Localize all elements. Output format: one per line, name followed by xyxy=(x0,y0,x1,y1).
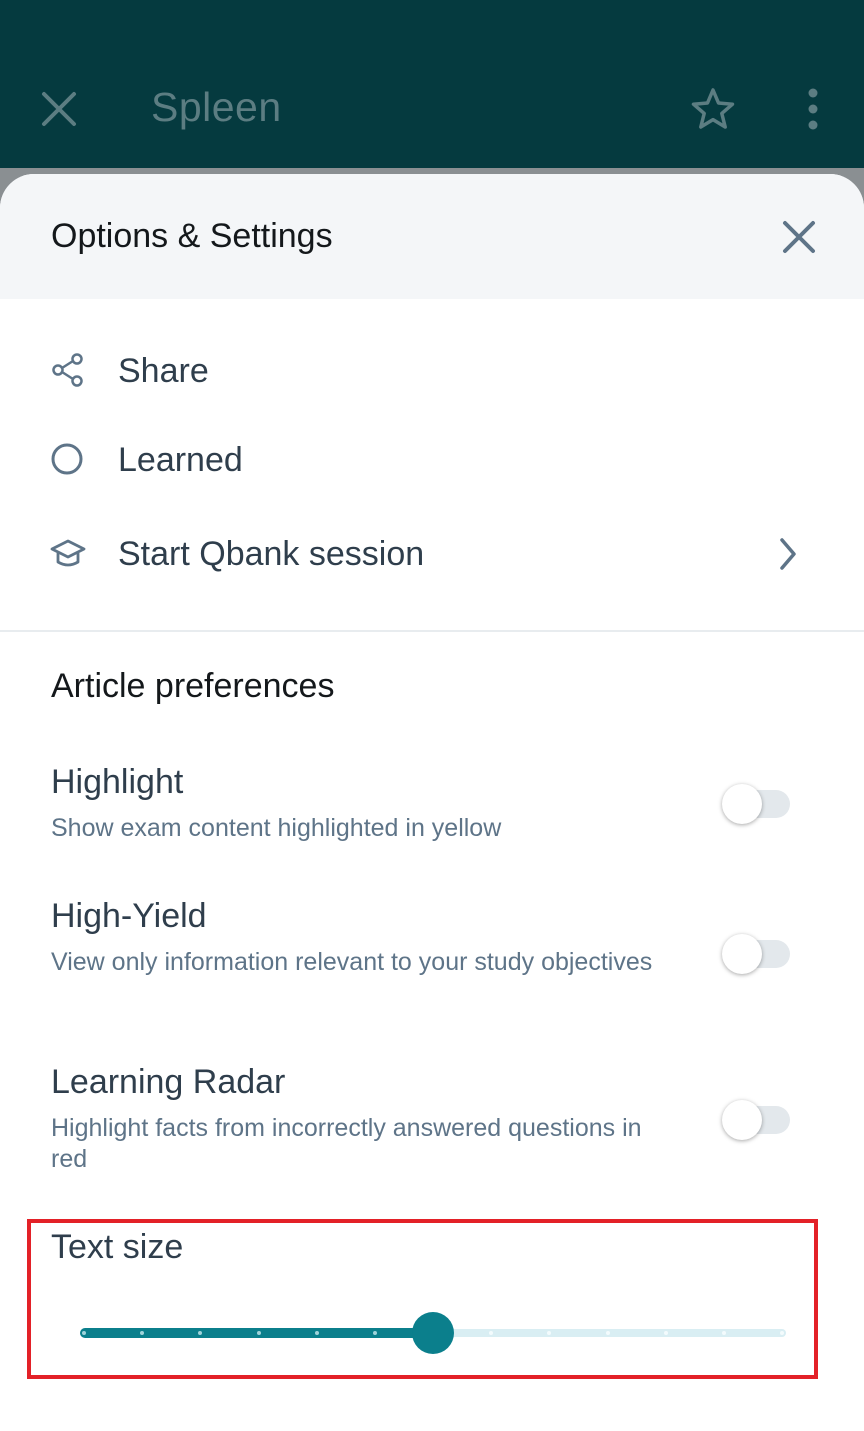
high-yield-preference: High-Yield View only information relevan… xyxy=(0,897,864,1017)
learned-action[interactable]: Learned xyxy=(0,420,864,500)
highlight-toggle[interactable] xyxy=(722,784,792,824)
learning-radar-title: Learning Radar xyxy=(51,1063,286,1101)
highlight-preference: Highlight Show exam content highlighted … xyxy=(0,763,864,863)
slider-thumb[interactable] xyxy=(412,1312,454,1354)
chevron-right-icon xyxy=(780,538,796,570)
slider-tick xyxy=(82,1331,86,1335)
share-label: Share xyxy=(118,352,209,390)
slider-tick xyxy=(314,1331,319,1335)
highlight-description: Show exam content highlighted in yellow xyxy=(51,814,502,842)
slider-tick xyxy=(780,1331,784,1335)
slider-tick xyxy=(721,1331,726,1335)
text-size-slider[interactable] xyxy=(80,1311,786,1355)
app-bar: Spleen xyxy=(0,0,864,168)
share-icon xyxy=(52,353,83,387)
high-yield-title: High-Yield xyxy=(51,897,207,935)
start-qbank-action[interactable]: Start Qbank session xyxy=(0,514,864,594)
learning-radar-preference: Learning Radar Highlight facts from inco… xyxy=(0,1063,864,1183)
high-yield-description: View only information relevant to your s… xyxy=(51,948,653,976)
page-title: Spleen xyxy=(151,84,282,130)
learning-radar-description: Highlight facts from incorrectly answere… xyxy=(51,1114,642,1173)
circle-icon xyxy=(51,443,83,475)
start-qbank-label: Start Qbank session xyxy=(118,535,425,573)
text-size-label: Text size xyxy=(51,1228,184,1266)
more-vertical-icon[interactable] xyxy=(800,88,826,130)
slider-tick xyxy=(372,1331,377,1335)
close-icon[interactable] xyxy=(38,88,80,130)
learned-label: Learned xyxy=(118,441,243,479)
article-preferences-heading: Article preferences xyxy=(51,667,335,705)
sheet-header: Options & Settings xyxy=(0,174,864,299)
share-action[interactable]: Share xyxy=(0,330,864,410)
sheet-title: Options & Settings xyxy=(51,217,333,255)
slider-tick xyxy=(256,1331,261,1335)
highlight-title: Highlight xyxy=(51,763,184,801)
slider-tick xyxy=(605,1331,610,1335)
high-yield-toggle[interactable] xyxy=(722,934,792,974)
divider xyxy=(0,630,864,632)
close-icon[interactable] xyxy=(780,218,818,256)
graduation-cap-icon xyxy=(50,539,86,567)
options-settings-sheet: Options & Settings Share Learned Start Q… xyxy=(0,174,864,1431)
star-icon[interactable] xyxy=(689,86,737,132)
learning-radar-toggle[interactable] xyxy=(722,1100,792,1140)
slider-tick xyxy=(663,1331,668,1335)
